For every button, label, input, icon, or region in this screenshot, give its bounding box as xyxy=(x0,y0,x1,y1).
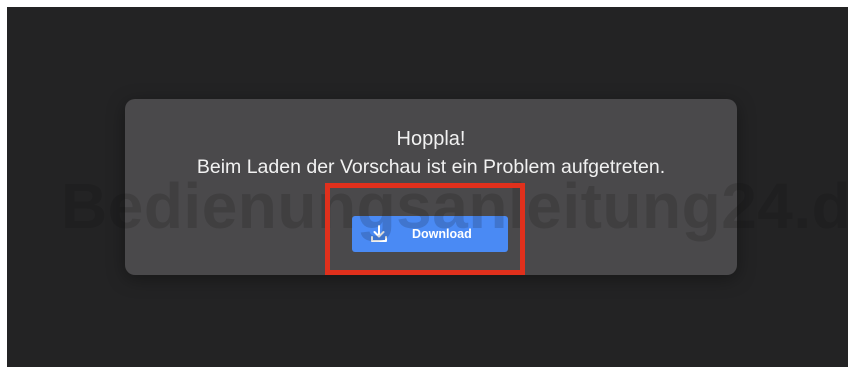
download-icon xyxy=(371,225,387,242)
download-button[interactable]: Download xyxy=(352,216,508,252)
dialog-title: Hoppla! xyxy=(396,128,466,150)
dialog-message: Beim Laden der Vorschau ist ein Problem … xyxy=(196,156,666,178)
preview-viewer: Hoppla! Beim Laden der Vorschau ist ein … xyxy=(7,7,848,367)
preview-error-dialog: Hoppla! Beim Laden der Vorschau ist ein … xyxy=(125,99,737,275)
download-button-label: Download xyxy=(412,227,472,241)
